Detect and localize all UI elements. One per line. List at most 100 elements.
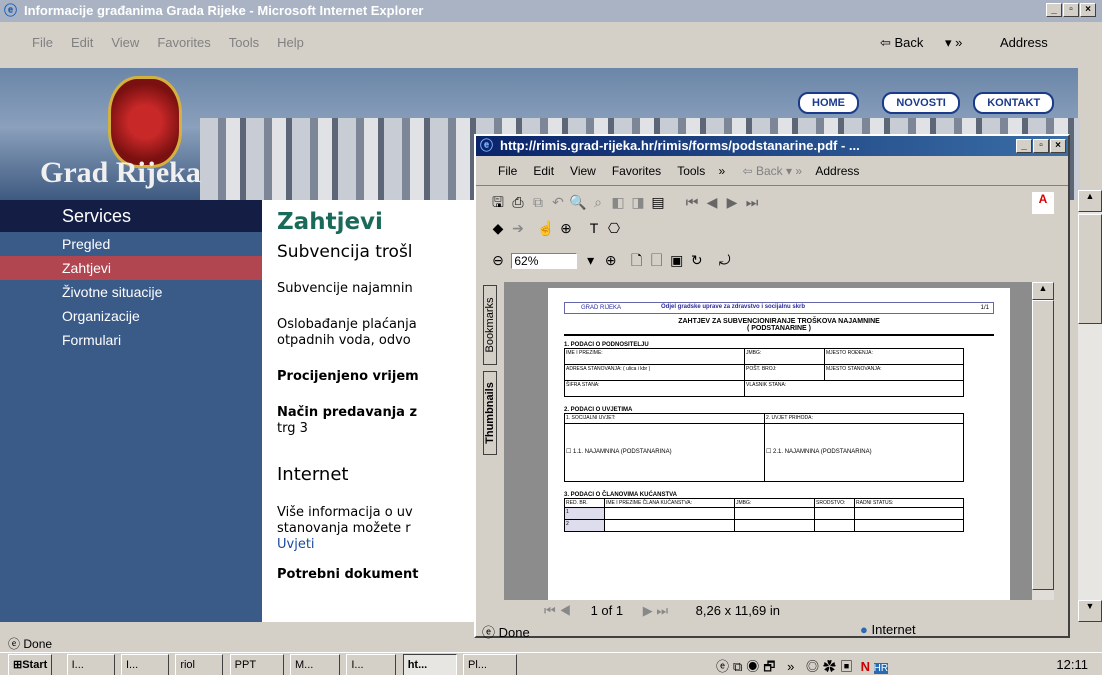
site-brand: Grad Rijeka [40,156,201,189]
pdf-chevron[interactable]: » [719,164,726,178]
pdf-menu-tools[interactable]: Tools [677,164,705,178]
sidebar-item-formulari[interactable]: Formulari [0,328,262,352]
pdf-close-button[interactable]: × [1050,139,1066,153]
pdf-first-icon[interactable]: ⏮ [544,603,556,618]
back-button[interactable]: ⇦ Back ▾ » [880,35,962,51]
doc-header-box: GRAD RIJEKA Odjel gradske uprave za zdra… [564,302,994,314]
start-button[interactable]: ⊞Start [8,654,53,675]
undo-icon[interactable]: ↶ [548,194,568,211]
scroll-down-button[interactable]: ▼ [1078,600,1102,622]
pdf-menu-edit[interactable]: Edit [533,164,554,178]
doc-checkbox-cell: ☐ 1.1. NAJAMNINA (PODSTANARINA) [564,423,765,482]
uvjeti-link[interactable]: Uvjeti [277,537,478,553]
task-item[interactable]: I... [120,654,169,675]
rotate-icon[interactable]: ↻ [687,252,707,269]
minimize-button[interactable]: _ [1046,3,1062,17]
doc-title-1: ZAHTJEV ZA SUBVENCIONIRANJE TROŠKOVA NAJ… [678,318,880,325]
first-page-icon[interactable]: ⏮ [682,194,702,211]
sidebar-item-zahtjevi[interactable]: Zahtjevi [0,256,262,280]
fit-width-icon[interactable]: ▣ [667,252,687,269]
doc-checkbox-label: 2.1. NAJAMNINA (PODSTANARINA) [773,449,872,455]
pdf-menu-view[interactable]: View [570,164,596,178]
pdf-next-icon[interactable]: ▶ [643,603,653,618]
task-item[interactable]: I... [66,654,115,675]
pdf-menu-file[interactable]: File [498,164,517,178]
tab-bookmarks[interactable]: Bookmarks [483,285,497,365]
pdf-zone-label: Internet [871,622,916,637]
doc-field: 2. UVJET PRIHODA: [764,413,964,424]
nav-back-icon[interactable]: ◆ [488,220,508,237]
page-title: Zahtjevi [277,209,383,235]
print-icon[interactable]: ⎙ [508,194,528,211]
tab-thumbnails[interactable]: Thumbnails [483,371,497,455]
menu-edit[interactable]: Edit [71,35,93,50]
sidebar-header: Services [0,200,262,232]
pdf-back-button[interactable]: ⇦ Back ▾ » [743,164,802,178]
pdf-status-icon: ⓔ [482,625,496,640]
fit-page-icon[interactable]: 🗌 [647,250,667,274]
nav-forward-icon[interactable]: ➔ [508,220,528,237]
doc-checkbox-cell: ☐ 2.1. NAJAMNINA (PODSTANARINA) [764,423,964,482]
task-item[interactable]: PPT [229,654,284,675]
scroll-up-button[interactable]: ▲ [1078,190,1102,212]
task-item[interactable]: riol [175,654,224,675]
rotate-view-icon[interactable]: ⤾ [715,252,735,269]
zoom-tool-icon[interactable]: ⊕ [556,220,576,237]
doc-title-2: ( PODSTANARINE ) [564,325,994,336]
prev-view-icon[interactable]: ◧ [608,194,628,211]
pdf-last-icon[interactable]: ⏭ [656,603,668,618]
menu-help[interactable]: Help [277,35,304,50]
pdf-prev-icon[interactable]: ◀ [559,603,571,618]
pdf-scroll-thumb[interactable] [1032,300,1054,590]
nav-novosti[interactable]: NOVOSTI [882,92,960,114]
maximize-button[interactable]: ▫ [1063,3,1079,17]
pdf-menu-bar: File Edit View Favorites Tools » ⇦ Back ▾ » … [476,156,1068,186]
acrobat-toolbar-1: 🖫 ⎙ ⧉ ↶ 🔍 ⌕ ◧ ◨ ▤ ⏮ ◀ ▶ ⏭ A [476,186,1068,216]
pdf-scrollbar[interactable]: ▲ [1032,282,1054,600]
next-view-icon[interactable]: ◨ [628,194,648,211]
menu-file[interactable]: File [32,35,53,50]
find-icon[interactable]: 🔍 [568,194,588,211]
sidebar-item-pregled[interactable]: Pregled [0,232,262,256]
actual-size-icon[interactable]: 🗋 [627,250,647,274]
task-item[interactable]: I... [346,654,397,675]
prev-page-icon[interactable]: ◀ [702,194,722,211]
pdf-menu-favorites[interactable]: Favorites [612,164,661,178]
pdf-minimize-button[interactable]: _ [1016,139,1032,153]
zoom-out-icon[interactable]: ⊖ [488,252,508,269]
last-page-icon[interactable]: ⏭ [742,194,762,211]
zoom-field[interactable]: 62% [511,253,578,269]
sidebar-item-organizacije[interactable]: Organizacije [0,304,262,328]
sidebar-item-zivotne-situacije[interactable]: Životne situacije [0,280,262,304]
zoom-dropdown-icon[interactable]: ▾ [581,252,601,269]
text-select-icon[interactable]: T [584,220,604,236]
task-item[interactable]: Pl... [463,654,518,675]
acrobat-toolbar-3: ⊖ 62% ▾ ⊕ 🗋 🗌 ▣ ↻ ⤾ [476,246,1068,276]
close-button[interactable]: × [1080,3,1096,17]
task-item[interactable]: M... [290,654,340,675]
snapshot-icon[interactable]: ⎔ [604,220,624,237]
menu-favorites[interactable]: Favorites [157,35,210,50]
zoom-in-icon[interactable]: ⊕ [601,252,621,269]
save-icon[interactable]: 🖫 [488,192,508,216]
search-icon[interactable]: ⌕ [588,194,608,211]
nav-kontakt[interactable]: KONTAKT [973,92,1055,114]
menu-view[interactable]: View [111,35,139,50]
pdf-scroll-up[interactable]: ▲ [1032,282,1054,300]
menu-tools[interactable]: Tools [229,35,259,50]
next-page-icon[interactable]: ▶ [722,194,742,211]
hand-tool-icon[interactable]: ☝ [536,220,556,237]
pdf-page-indicator[interactable]: 1 of 1 [591,603,624,618]
pdf-maximize-button[interactable]: ▫ [1033,139,1049,153]
pdf-window: ⓔ http://rimis.grad-rijeka.hr/rimis/form… [474,134,1070,640]
scroll-thumb[interactable] [1078,214,1102,324]
doc-col: JMBG: [734,498,815,508]
page-layout-icon[interactable]: ▤ [648,194,668,211]
nav-home[interactable]: HOME [798,92,859,114]
doc-field: POŠT. BROJ: [744,364,825,381]
task-item-active[interactable]: ht... [402,654,457,675]
copy-icon[interactable]: ⧉ [528,194,548,211]
paragraph-2b: otpadnih voda, odvo [277,333,411,348]
tray-icons: ⓔ⧉◉🗗 » ◎✿▣ [716,659,857,674]
ie-scrollbar[interactable]: ▲ ▼ [1078,190,1102,622]
